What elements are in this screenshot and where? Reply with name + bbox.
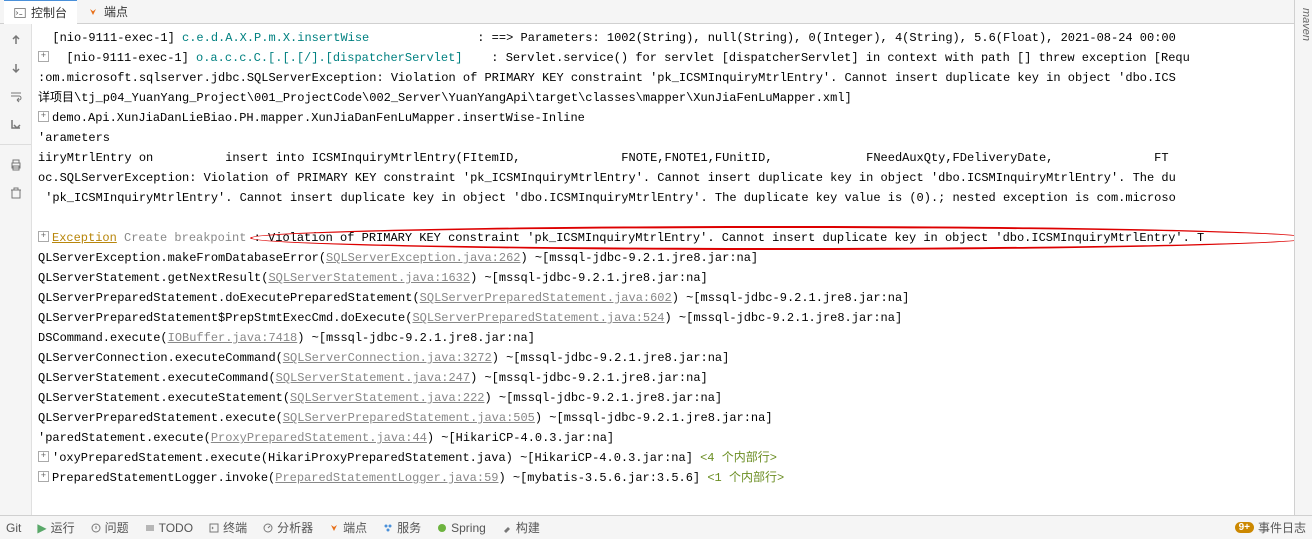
endpoints-icon bbox=[329, 523, 339, 533]
scroll-top-button[interactable] bbox=[6, 30, 26, 50]
expand-icon[interactable]: + bbox=[38, 471, 49, 482]
softwrap-button[interactable] bbox=[6, 86, 26, 106]
tab-endpoints[interactable]: 端点 bbox=[77, 0, 138, 23]
gutter-separator bbox=[0, 144, 31, 145]
spring-icon bbox=[437, 523, 447, 533]
stack-line: QLServerPreparedStatement.doExecutePrepa… bbox=[38, 288, 1312, 308]
status-bar-right: 9+事件日志 bbox=[1235, 519, 1306, 536]
log-line: 详项目\tj_p04_YuanYang_Project\001_ProjectC… bbox=[38, 88, 1312, 108]
bottom-profiler[interactable]: 分析器 bbox=[263, 519, 313, 536]
log-line: iiryMtrlEntry on insert into ICSMInquiry… bbox=[38, 148, 1312, 168]
collapsed-frames[interactable]: <1 个内部行> bbox=[707, 471, 784, 485]
source-link[interactable]: SQLServerPreparedStatement.java:524 bbox=[412, 311, 664, 325]
tab-console[interactable]: 控制台 bbox=[4, 0, 77, 24]
stack-line: QLServerPreparedStatement$PrepStmtExecCm… bbox=[38, 308, 1312, 328]
stack-line: QLServerPreparedStatement.execute(SQLSer… bbox=[38, 408, 1312, 428]
services-icon bbox=[383, 523, 393, 533]
stack-line: QLServerStatement.executeCommand(SQLServ… bbox=[38, 368, 1312, 388]
console-output[interactable]: [nio-9111-exec-1] c.e.d.A.X.P.m.X.insert… bbox=[32, 24, 1312, 515]
logger-class: c.e.d.A.X.P.m.X.insertWise bbox=[182, 31, 369, 45]
tab-endpoints-label: 端点 bbox=[104, 3, 128, 20]
expand-icon[interactable]: + bbox=[38, 111, 49, 122]
exception-line: +Exception Create breakpoint : Violation… bbox=[38, 228, 1312, 248]
scroll-to-end-button[interactable] bbox=[6, 114, 26, 134]
source-link[interactable]: SQLServerStatement.java:247 bbox=[276, 371, 470, 385]
tab-console-label: 控制台 bbox=[31, 4, 67, 21]
bottom-problems[interactable]: 问题 bbox=[91, 519, 129, 536]
stack-line: +'oxyPreparedStatement.execute(HikariPro… bbox=[38, 448, 1312, 468]
build-icon bbox=[502, 523, 512, 533]
expand-icon[interactable]: + bbox=[38, 51, 49, 62]
bottom-terminal[interactable]: 终端 bbox=[209, 519, 247, 536]
log-line: 'arameters bbox=[38, 128, 1312, 148]
bottom-run[interactable]: ▶运行 bbox=[37, 519, 74, 536]
collapsed-frames[interactable]: <4 个内部行> bbox=[700, 451, 777, 465]
stack-line: QLServerStatement.getNextResult(SQLServe… bbox=[38, 268, 1312, 288]
source-link[interactable]: SQLServerPreparedStatement.java:505 bbox=[283, 411, 535, 425]
bottom-spring[interactable]: Spring bbox=[437, 521, 486, 535]
main-area: [nio-9111-exec-1] c.e.d.A.X.P.m.X.insert… bbox=[0, 24, 1312, 515]
source-link[interactable]: SQLServerStatement.java:1632 bbox=[268, 271, 470, 285]
log-line-blank bbox=[38, 208, 1312, 228]
bottom-git[interactable]: Git bbox=[6, 521, 21, 535]
profiler-icon bbox=[263, 523, 273, 533]
notification-badge: 9+ bbox=[1235, 522, 1254, 533]
logger-class: o.a.c.c.C.[.[.[/].[dispatcherServlet] bbox=[196, 51, 462, 65]
log-line: +demo.Api.XunJiaDanLieBiao.PH.mapper.Xun… bbox=[38, 108, 1312, 128]
maven-label: maven bbox=[1300, 8, 1312, 41]
console-tabs-bar: 控制台 端点 bbox=[0, 0, 1312, 24]
expand-icon[interactable]: + bbox=[38, 231, 49, 242]
log-line: + [nio-9111-exec-1] o.a.c.c.C.[.[.[/].[d… bbox=[38, 48, 1312, 68]
stack-line: +PreparedStatementLogger.invoke(Prepared… bbox=[38, 468, 1312, 488]
expand-icon[interactable]: + bbox=[38, 451, 49, 462]
left-gutter bbox=[0, 24, 32, 515]
source-link[interactable]: ProxyPreparedStatement.java:44 bbox=[211, 431, 427, 445]
clear-button[interactable] bbox=[6, 183, 26, 203]
stack-line: QLServerConnection.executeCommand(SQLSer… bbox=[38, 348, 1312, 368]
print-button[interactable] bbox=[6, 155, 26, 175]
maven-toolwindow-stripe[interactable]: maven bbox=[1294, 0, 1312, 539]
source-link[interactable]: SQLServerConnection.java:3272 bbox=[283, 351, 492, 365]
bottom-todo[interactable]: TODO bbox=[145, 521, 193, 535]
log-line: oc.SQLServerException: Violation of PRIM… bbox=[38, 168, 1312, 188]
bottom-eventlog[interactable]: 9+事件日志 bbox=[1235, 519, 1306, 536]
source-link[interactable]: SQLServerException.java:262 bbox=[326, 251, 520, 265]
log-line: [nio-9111-exec-1] c.e.d.A.X.P.m.X.insert… bbox=[38, 28, 1312, 48]
source-link[interactable]: IOBuffer.java:7418 bbox=[168, 331, 298, 345]
bottom-services[interactable]: 服务 bbox=[383, 519, 421, 536]
stack-line: 'paredStatement.execute(ProxyPreparedSta… bbox=[38, 428, 1312, 448]
stack-line: DSCommand.execute(IOBuffer.java:7418) ~[… bbox=[38, 328, 1312, 348]
source-link[interactable]: SQLServerStatement.java:222 bbox=[290, 391, 484, 405]
stack-line: QLServerException.makeFromDatabaseError(… bbox=[38, 248, 1312, 268]
todo-icon bbox=[145, 523, 155, 533]
scroll-down-button[interactable] bbox=[6, 58, 26, 78]
bottom-endpoints[interactable]: 端点 bbox=[329, 519, 367, 536]
exception-link[interactable]: Exception bbox=[52, 231, 117, 245]
source-link[interactable]: PreparedStatementLogger.java:59 bbox=[275, 471, 498, 485]
stack-line: QLServerStatement.executeStatement(SQLSe… bbox=[38, 388, 1312, 408]
problems-icon bbox=[91, 523, 101, 533]
bottom-build[interactable]: 构建 bbox=[502, 519, 540, 536]
source-link[interactable]: SQLServerPreparedStatement.java:602 bbox=[420, 291, 672, 305]
console-icon bbox=[14, 7, 26, 19]
log-line: 'pk_ICSMInquiryMtrlEntry'. Cannot insert… bbox=[38, 188, 1312, 208]
log-line: :om.microsoft.sqlserver.jdbc.SQLServerEx… bbox=[38, 68, 1312, 88]
status-bar: Git ▶运行 问题 TODO 终端 分析器 端点 服务 Spring 构建 9… bbox=[0, 515, 1312, 539]
create-breakpoint-link[interactable]: Create breakpoint bbox=[117, 231, 254, 245]
endpoints-icon bbox=[87, 6, 99, 18]
run-icon: ▶ bbox=[37, 521, 46, 535]
terminal-icon bbox=[209, 523, 219, 533]
